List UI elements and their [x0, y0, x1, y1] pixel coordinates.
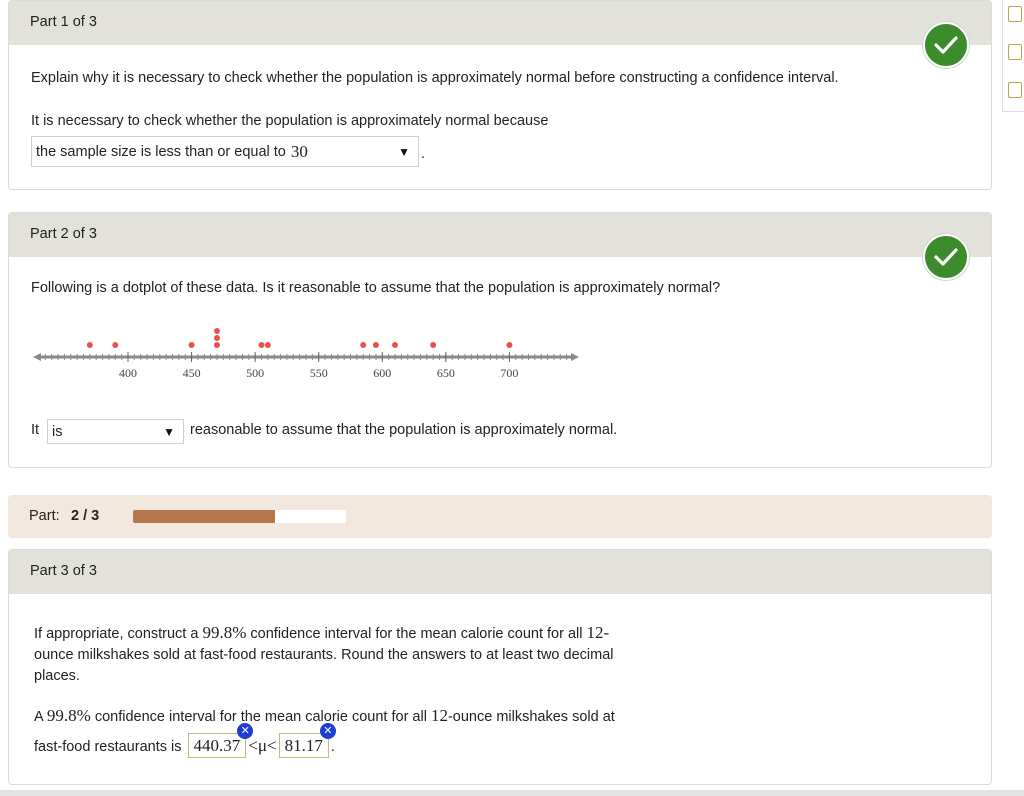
bar-chart-icon[interactable] [1008, 44, 1022, 60]
part3-q-number: 12- [586, 623, 610, 642]
part2-card: Part 2 of 3 Following is a dotplot of th… [8, 212, 992, 468]
dotplot-point [112, 342, 119, 348]
part1-dropdown-number: 30 [290, 141, 308, 161]
part1-suffix: . [421, 146, 426, 162]
upper-bound-value: 81.17 [284, 736, 323, 755]
part2-dropdown-value: is [52, 423, 63, 440]
part3-a-text: confidence interval for the mean calorie… [94, 709, 427, 725]
axis-arrow-right [571, 353, 579, 361]
progress-card: Part: 2 / 3 [8, 495, 992, 538]
dotplot-tick-label: 500 [246, 366, 264, 380]
part3-question: If appropriate, construct a 99.8% confid… [34, 622, 734, 687]
dotplot-tick-label: 700 [500, 366, 518, 380]
upper-bound-input[interactable]: 81.17 ✕ [278, 723, 336, 758]
dotplot-point [372, 342, 379, 348]
bottom-divider [0, 790, 1024, 796]
part3-header: Part 3 of 3 [9, 550, 991, 594]
part3-a-text: A [34, 709, 43, 725]
dotplot-point [188, 342, 195, 348]
part3-q-text: places. [34, 668, 80, 684]
part2-answer-prefix: It [31, 422, 40, 438]
part1-question: Explain why it is necessary to check whe… [31, 70, 839, 86]
part2-header: Part 2 of 3 [9, 213, 991, 257]
dotplot-point [86, 342, 93, 348]
dotplot-point [258, 342, 265, 348]
dotplot-tick-label: 400 [119, 366, 137, 380]
dotplot-tick-label: 550 [310, 366, 328, 380]
data-table-icon[interactable] [1008, 82, 1022, 98]
part3-a-number: 12 [430, 706, 448, 725]
part2-dropdown[interactable]: is ▼ [47, 419, 184, 444]
checkmark-icon [923, 22, 969, 68]
part3-answer-line2: fast-food restaurants is 440.37 ✕ <μ< 81… [34, 723, 336, 758]
part1-prompt: It is necessary to check whether the pop… [31, 113, 549, 129]
dotplot-chart: 400 450 500 550 600 650 700 [33, 328, 579, 380]
dotplot-point [430, 342, 437, 348]
part1-header: Part 1 of 3 [9, 1, 991, 45]
dotplot-point [506, 342, 513, 348]
lower-bound-value: 440.37 [193, 736, 241, 755]
part1-card: Part 1 of 3 Explain why it is necessary … [8, 0, 992, 190]
calculator-icon[interactable] [1008, 6, 1022, 22]
part2-question: Following is a dotplot of these data. Is… [31, 280, 721, 296]
lower-bound-input[interactable]: 440.37 ✕ [187, 723, 254, 758]
dotplot-point [392, 342, 398, 348]
part3-card: Part 3 of 3 If appropriate, construct a … [8, 549, 992, 785]
progress-bar-fill [133, 510, 275, 523]
dotplot-point [360, 342, 367, 348]
progress-label: Part: [29, 508, 60, 524]
part3-q-text: ounce milkshakes sold at fast-food resta… [34, 647, 614, 663]
part3-q-text: confidence interval for the mean calorie… [250, 626, 583, 642]
dotplot-point [214, 335, 220, 341]
dotplot-tick-label: 450 [183, 366, 201, 380]
part1-dropdown-text: the sample size is less than or equal to [36, 143, 286, 160]
progress-value: 2 / 3 [71, 508, 100, 524]
dotplot-point [264, 342, 271, 348]
dotplot-tick-label: 650 [437, 366, 455, 380]
progress-bar [133, 510, 346, 523]
part3-a-text: fast-food restaurants is [34, 739, 182, 755]
side-toolbar [1002, 0, 1024, 112]
triangle-down-icon: ▼ [163, 424, 175, 439]
triangle-down-icon: ▼ [398, 144, 410, 159]
inequality-symbols: <μ< [248, 736, 277, 755]
dotplot-point [214, 342, 220, 348]
part3-a-text: -ounce milkshakes sold at [447, 709, 615, 725]
dotplot-point [214, 328, 220, 334]
part3-a-percent: 99.8% [46, 706, 91, 725]
checkmark-icon [923, 234, 969, 280]
dotplot-tick-label: 600 [373, 366, 391, 380]
part2-answer-suffix: reasonable to assume that the population… [190, 422, 618, 438]
part3-q-percent: 99.8% [202, 623, 247, 642]
period: . [330, 739, 335, 755]
x-icon: ✕ [319, 723, 336, 739]
part3-q-text: If appropriate, construct a [34, 626, 199, 642]
axis-arrow-left [33, 353, 41, 361]
part1-dropdown[interactable]: the sample size is less than or equal to… [31, 136, 419, 167]
